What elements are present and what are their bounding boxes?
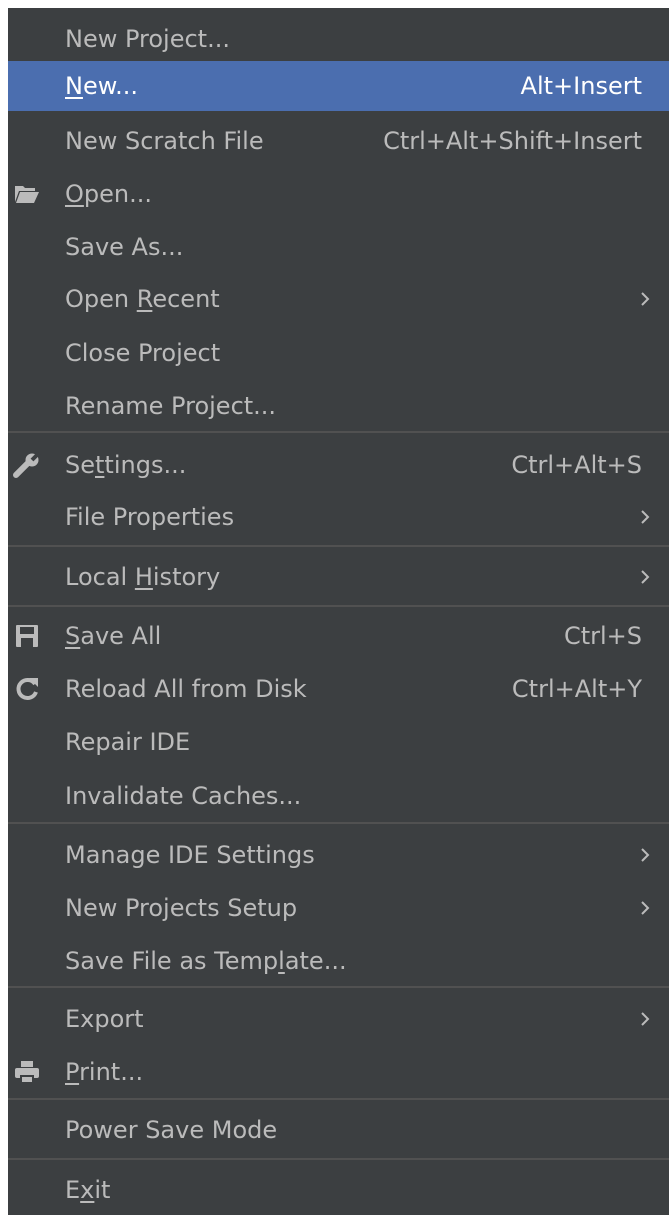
chevron-right-icon: [641, 848, 650, 862]
menu-item-save-all[interactable]: Save All Ctrl+S: [8, 611, 669, 661]
menu-separator: [8, 431, 669, 433]
menu-item-new-scratch-file[interactable]: New Scratch File Ctrl+Alt+Shift+Insert: [8, 116, 669, 166]
menu-item-label: Save As...: [65, 233, 184, 261]
menu-item-manage-ide-settings[interactable]: Manage IDE Settings: [8, 830, 669, 880]
menu-item-save-file-as-template[interactable]: Save File as Template...: [8, 936, 669, 986]
menu-separator: [8, 1098, 669, 1100]
menu-item-shortcut: Ctrl+S: [563, 622, 642, 650]
menu-item-label: New Scratch File: [65, 127, 264, 155]
menu-item-label: Manage IDE Settings: [65, 841, 315, 869]
chevron-right-icon: [641, 510, 650, 524]
menu-item-rename-project[interactable]: Rename Project...: [8, 381, 669, 431]
menu-item-shortcut: Ctrl+Alt+Shift+Insert: [383, 127, 642, 155]
chevron-right-icon: [641, 1012, 650, 1026]
chevron-right-icon: [641, 570, 650, 584]
menu-item-print[interactable]: Print...: [8, 1047, 669, 1097]
chevron-right-icon: [641, 901, 650, 915]
menu-item-label: Open...: [65, 180, 152, 208]
menu-item-local-history[interactable]: Local History: [8, 552, 669, 602]
menu-item-reload-all[interactable]: Reload All from Disk Ctrl+Alt+Y: [8, 664, 669, 714]
menu-item-label: Settings...: [65, 451, 187, 479]
menu-item-new-projects-setup[interactable]: New Projects Setup: [8, 883, 669, 933]
menu-item-label: Exit: [65, 1176, 111, 1204]
menu-item-exit[interactable]: Exit: [8, 1165, 669, 1215]
menu-item-label: Rename Project...: [65, 392, 277, 420]
menu-item-repair-ide[interactable]: Repair IDE: [8, 717, 669, 767]
menu-item-invalidate-caches[interactable]: Invalidate Caches...: [8, 771, 669, 821]
menu-item-label: Repair IDE: [65, 728, 191, 756]
menu-item-label: File Properties: [65, 503, 235, 531]
menu-item-label: Save All: [65, 622, 162, 650]
menu-item-export[interactable]: Export: [8, 994, 669, 1044]
menu-item-close-project[interactable]: Close Project: [8, 328, 669, 378]
menu-item-label: Power Save Mode: [65, 1116, 278, 1144]
menu-item-file-properties[interactable]: File Properties: [8, 492, 669, 542]
menu-separator: [8, 605, 669, 607]
menu-item-power-save-mode[interactable]: Power Save Mode: [8, 1105, 669, 1155]
refresh-icon: [16, 678, 38, 700]
menu-item-label: New Projects Setup: [65, 894, 298, 922]
menu-item-shortcut: Alt+Insert: [520, 72, 642, 100]
menu-item-label: Save File as Template...: [65, 947, 347, 975]
menu-item-shortcut: Ctrl+Alt+Y: [511, 675, 642, 703]
menu-item-label: Open Recent: [65, 285, 220, 313]
menu-separator: [8, 1158, 669, 1160]
menu-item-label: Print...: [65, 1058, 144, 1086]
menu-item-label: Export: [65, 1005, 144, 1033]
menu-item-settings[interactable]: Settings... Ctrl+Alt+S: [8, 440, 669, 490]
menu-item-label: Local History: [65, 563, 221, 591]
menu-item-label: Reload All from Disk: [65, 675, 307, 703]
wrench-icon: [13, 451, 41, 478]
menu-separator: [8, 986, 669, 988]
menu-item-new[interactable]: New... Alt+Insert: [8, 61, 669, 111]
menu-item-open[interactable]: Open...: [8, 169, 669, 219]
file-menu: New Project... New... Alt+Insert New Scra…: [8, 8, 669, 1215]
folder-open-icon: [15, 186, 39, 203]
menu-item-label: New Project...: [65, 25, 230, 53]
menu-separator: [8, 822, 669, 824]
menu-item-label: Close Project: [65, 339, 221, 367]
menu-item-open-recent[interactable]: Open Recent: [8, 274, 669, 324]
chevron-right-icon: [641, 292, 650, 306]
menu-item-label: New...: [65, 72, 139, 100]
menu-item-shortcut: Ctrl+Alt+S: [511, 451, 642, 479]
floppy-disk-icon: [16, 625, 38, 647]
menu-item-label: Invalidate Caches...: [65, 782, 302, 810]
menu-item-new-project[interactable]: New Project...: [8, 14, 669, 64]
printer-icon: [15, 1061, 39, 1084]
menu-separator: [8, 545, 669, 547]
menu-item-save-as[interactable]: Save As...: [8, 222, 669, 272]
